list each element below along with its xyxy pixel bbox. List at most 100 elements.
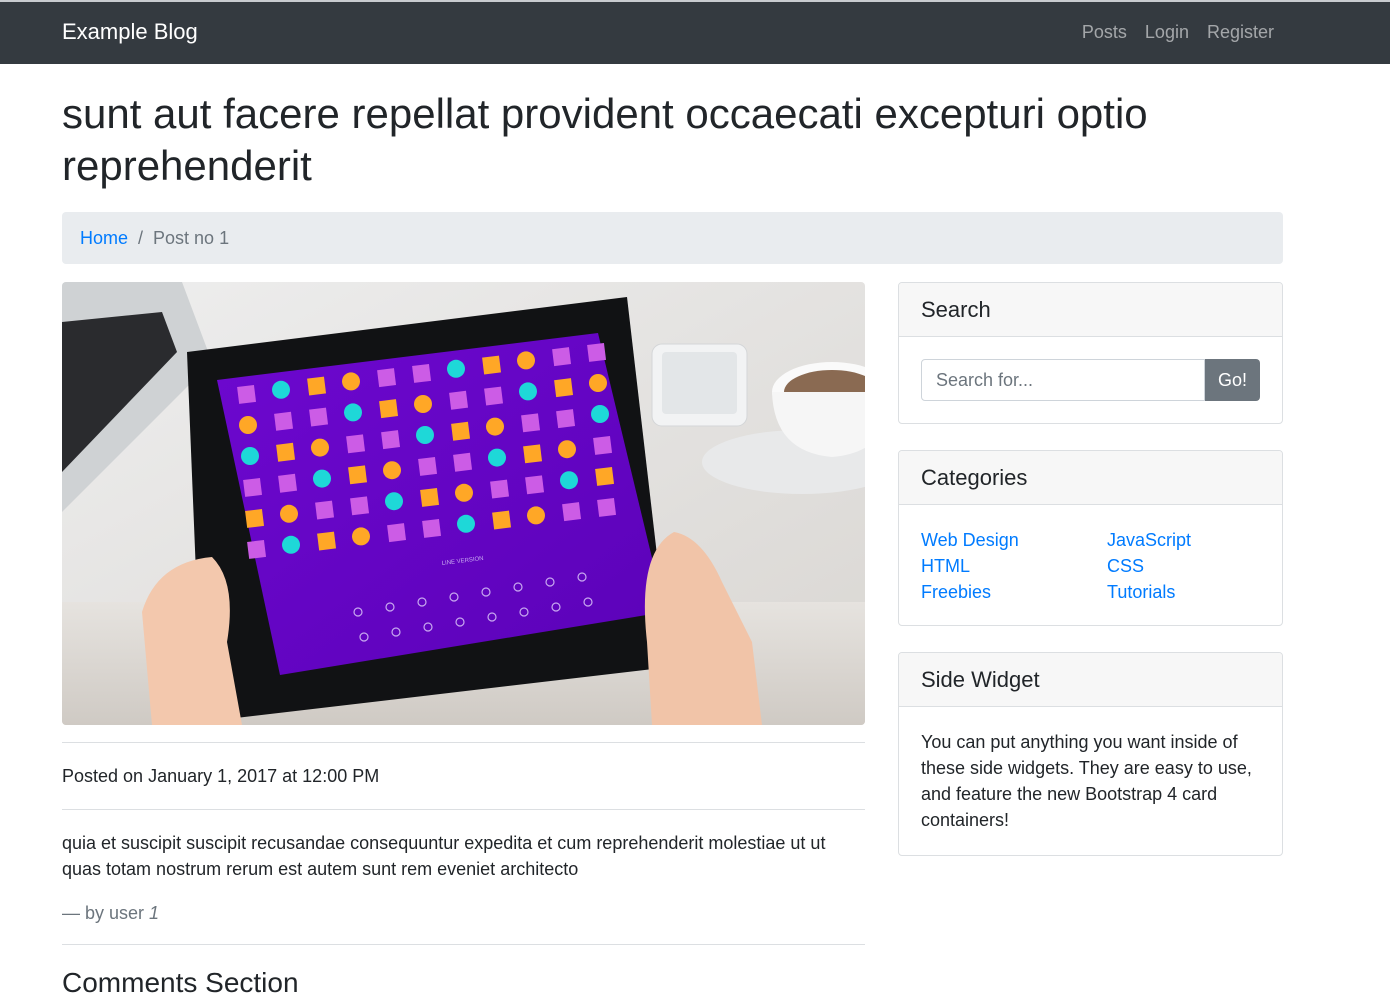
tablet-shape bbox=[451, 421, 471, 441]
nav-register-link[interactable]: Register bbox=[1207, 20, 1274, 45]
tablet-shape bbox=[379, 399, 399, 419]
tablet-shape bbox=[309, 407, 329, 427]
post-byline: — by user 1 bbox=[62, 900, 865, 926]
post-date: Posted on January 1, 2017 at 12:00 PM bbox=[62, 766, 380, 786]
categories-card-title: Categories bbox=[899, 451, 1282, 505]
categories-list: Web Design JavaScript HTML CSS Freebies … bbox=[921, 527, 1260, 605]
side-widget-text: You can put anything you want inside of … bbox=[921, 732, 1252, 830]
tablet-shape bbox=[387, 523, 407, 543]
tablet-shape bbox=[381, 430, 401, 450]
category-web-design-link[interactable]: Web Design bbox=[921, 527, 1107, 553]
search-input[interactable] bbox=[921, 359, 1205, 401]
tablet-shape bbox=[276, 442, 296, 462]
tablet-shape bbox=[554, 378, 574, 398]
tablet-shape bbox=[521, 413, 541, 433]
tablet-shape bbox=[313, 469, 331, 488]
search-card: Search Go! bbox=[898, 282, 1283, 424]
tablet-shape bbox=[595, 466, 615, 486]
tablet-shape bbox=[342, 372, 360, 391]
tablet-shape bbox=[241, 447, 259, 465]
navbar: Example Blog Posts Login Register bbox=[0, 2, 1390, 64]
comments-section-title: Comments Section bbox=[62, 967, 299, 999]
tablet-shape bbox=[589, 374, 607, 392]
byline-user-id: 1 bbox=[149, 903, 160, 924]
nav-links: Posts Login Register bbox=[1082, 20, 1274, 45]
search-go-button[interactable]: Go! bbox=[1205, 359, 1260, 401]
tablet-shape bbox=[416, 426, 434, 444]
tablet-shape bbox=[272, 380, 290, 399]
tablet-shape bbox=[556, 409, 576, 429]
tablet-shape bbox=[593, 435, 613, 455]
tablet-shape bbox=[239, 416, 257, 434]
breadcrumb-separator: / bbox=[138, 227, 144, 248]
tablet-shape bbox=[457, 514, 475, 533]
main-column: LINE VERSION Posted on January 1, 2017 a… bbox=[62, 282, 865, 1004]
nav-login-link[interactable]: Login bbox=[1145, 20, 1189, 45]
byline-prefix: — by user bbox=[62, 903, 150, 924]
post-body: quia et suscipit suscipit recusandae con… bbox=[62, 833, 826, 880]
tablet-shape bbox=[245, 508, 265, 528]
breadcrumb-home-link[interactable]: Home bbox=[80, 225, 128, 251]
tablet-shape bbox=[519, 382, 537, 401]
category-javascript-link[interactable]: JavaScript bbox=[1107, 527, 1260, 553]
divider bbox=[62, 809, 865, 811]
breadcrumb: Home / Post no 1 bbox=[62, 212, 1283, 264]
divider bbox=[62, 944, 865, 946]
tablet-shape bbox=[484, 386, 504, 406]
tablet-shape bbox=[420, 487, 440, 507]
categories-card: Categories Web Design JavaScript HTML CS… bbox=[898, 450, 1283, 626]
tablet-shape bbox=[587, 342, 607, 362]
tablet-shape bbox=[558, 440, 576, 459]
tablet-shape bbox=[278, 473, 298, 493]
tablet-shape bbox=[525, 475, 545, 495]
side-widget-card: Side Widget You can put anything you wan… bbox=[898, 652, 1283, 856]
tablet-shape bbox=[488, 448, 506, 467]
tablet-shape bbox=[243, 477, 263, 497]
tablet-shape bbox=[377, 368, 397, 388]
tablet-shape bbox=[346, 434, 366, 454]
search-card-title: Search bbox=[899, 283, 1282, 337]
tablet-shape bbox=[418, 456, 438, 476]
tablet-shape bbox=[552, 347, 572, 367]
tablet-shape bbox=[449, 390, 469, 410]
side-widget-title: Side Widget bbox=[899, 653, 1282, 707]
brand-link[interactable]: Example Blog bbox=[62, 17, 198, 48]
nav-posts-link[interactable]: Posts bbox=[1082, 20, 1127, 45]
tablet-shape bbox=[348, 465, 368, 485]
divider bbox=[62, 742, 865, 743]
tablet-shape bbox=[344, 403, 362, 422]
tablet-shape bbox=[562, 502, 582, 522]
tablet-shape bbox=[517, 351, 535, 370]
tablet-shape bbox=[247, 539, 267, 559]
search-row: Go! bbox=[921, 359, 1260, 401]
tablet-shape bbox=[523, 444, 543, 464]
tablet-shape bbox=[492, 510, 512, 530]
tablet-shape bbox=[282, 535, 300, 554]
tablet-shape bbox=[560, 471, 578, 490]
tablet-shape bbox=[385, 492, 403, 511]
breadcrumb-current: Post no 1 bbox=[153, 227, 230, 248]
category-tutorials-link[interactable]: Tutorials bbox=[1107, 579, 1260, 605]
tablet-shape bbox=[317, 531, 337, 551]
tablet-shape bbox=[307, 376, 327, 396]
tablet-shape bbox=[352, 527, 370, 546]
post-hero-image: LINE VERSION bbox=[62, 282, 865, 725]
sidebar: Search Go! Categories Web Design JavaScr… bbox=[898, 282, 1283, 882]
tablet-shape bbox=[597, 497, 617, 517]
tablet-shape bbox=[527, 506, 545, 525]
tablet-shape bbox=[486, 417, 504, 436]
tablet-shape bbox=[237, 384, 257, 404]
page-title: sunt aut facere repellat provident occae… bbox=[62, 90, 1148, 189]
tablet-shape bbox=[490, 479, 510, 499]
tablet-shape bbox=[447, 359, 465, 378]
category-freebies-link[interactable]: Freebies bbox=[921, 579, 1107, 605]
tablet-shape bbox=[591, 405, 609, 423]
tablet-shape bbox=[350, 496, 370, 516]
category-css-link[interactable]: CSS bbox=[1107, 553, 1260, 579]
category-html-link[interactable]: HTML bbox=[921, 553, 1107, 579]
tablet-shape bbox=[455, 483, 473, 502]
tablet-shape bbox=[383, 461, 401, 480]
tablet-shape bbox=[414, 395, 432, 413]
tablet-shape bbox=[453, 452, 473, 472]
tablet-shape bbox=[422, 518, 442, 538]
